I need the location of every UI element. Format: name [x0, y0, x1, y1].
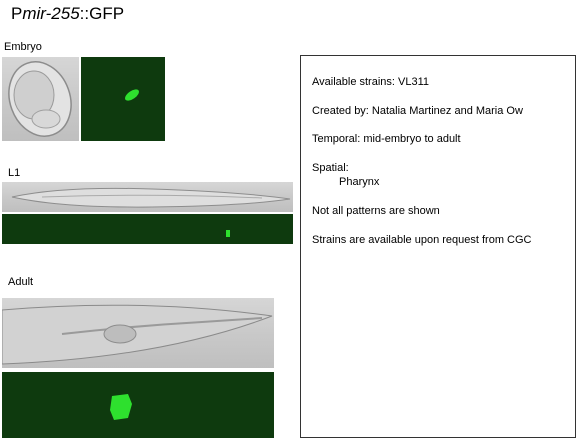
- temporal-text: Temporal: mid-embryo to adult: [312, 133, 461, 145]
- available-strains-text: Available strains: VL311: [312, 76, 429, 88]
- adult-label: Adult: [8, 276, 34, 288]
- l1-gfp-image: [2, 214, 293, 244]
- adult-gfp-image: [2, 372, 274, 438]
- l1-dic-image: [2, 182, 293, 212]
- spatial-label: Spatial:: [312, 162, 349, 174]
- l1-label: L1: [8, 167, 21, 179]
- spatial-value: Pharynx: [339, 176, 380, 188]
- embryo-gfp-image: [81, 57, 165, 141]
- patterns-note: Not all patterns are shown: [312, 205, 440, 217]
- embryo-dic-image: [2, 57, 79, 141]
- page-title: Pmir-255::GFP: [11, 4, 124, 24]
- created-by-text: Created by: Natalia Martinez and Maria O…: [312, 105, 523, 117]
- title-gene: mir-255: [22, 4, 80, 23]
- embryo-label: Embryo: [4, 41, 42, 53]
- title-suffix: ::GFP: [79, 4, 125, 23]
- title-prefix: P: [11, 4, 23, 23]
- info-box: Available strains: VL311 Created by: Nat…: [300, 55, 576, 438]
- request-note: Strains are available upon request from …: [312, 234, 532, 246]
- adult-dic-image: [2, 298, 274, 368]
